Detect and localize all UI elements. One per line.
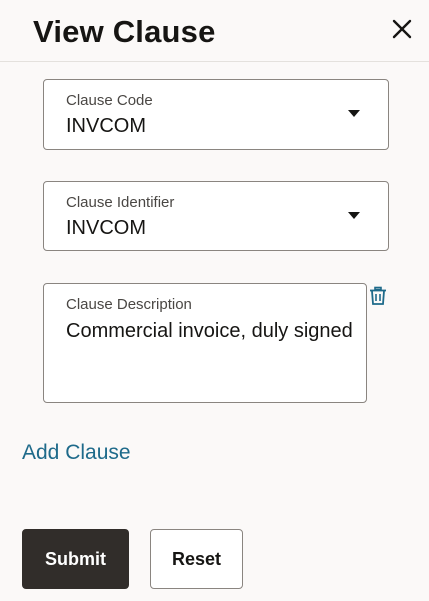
clause-code-label: Clause Code — [66, 92, 153, 109]
clause-identifier-select[interactable]: Clause Identifier INVCOM — [43, 181, 389, 251]
clause-identifier-label: Clause Identifier — [66, 194, 175, 211]
submit-button[interactable]: Submit — [22, 529, 129, 589]
clause-identifier-value: INVCOM — [66, 217, 146, 239]
trash-icon — [370, 286, 386, 305]
add-clause-link[interactable]: Add Clause — [22, 440, 131, 466]
chevron-down-icon — [348, 212, 360, 219]
clause-description-label: Clause Description — [66, 296, 192, 313]
close-icon — [392, 19, 412, 39]
chevron-down-icon — [348, 110, 360, 117]
reset-button[interactable]: Reset — [150, 529, 243, 589]
clause-code-select[interactable]: Clause Code INVCOM — [43, 79, 389, 150]
close-button[interactable] — [388, 15, 416, 43]
clause-code-value: INVCOM — [66, 115, 146, 137]
dialog-header: View Clause — [0, 0, 429, 62]
delete-clause-button[interactable] — [368, 286, 388, 306]
clause-description-value: Commercial invoice, duly signed — [66, 320, 353, 342]
clause-description-field[interactable]: Clause Description Commercial invoice, d… — [43, 283, 367, 403]
dialog-title: View Clause — [33, 14, 216, 49]
